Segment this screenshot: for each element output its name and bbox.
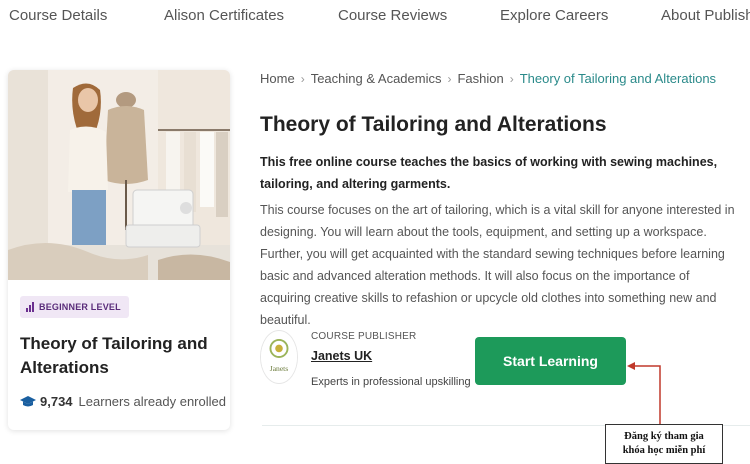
publisher-caption: COURSE PUBLISHER — [311, 331, 417, 342]
page-title: Theory of Tailoring and Alterations — [260, 113, 607, 136]
publisher-tagline: Experts in professional upskilling — [311, 376, 471, 388]
nav-alison-certificates[interactable]: Alison Certificates — [164, 7, 284, 24]
publisher-name-link[interactable]: Janets UK — [311, 349, 372, 363]
svg-text:Janets: Janets — [270, 364, 289, 373]
nav-explore-careers[interactable]: Explore Careers — [500, 7, 608, 24]
breadcrumb: Home › Teaching & Academics › Fashion › … — [260, 71, 716, 86]
course-subtitle: This free online course teaches the basi… — [260, 155, 718, 191]
nav-course-reviews[interactable]: Course Reviews — [338, 7, 447, 24]
publisher-logo[interactable]: Janets — [260, 330, 298, 384]
breadcrumb-teaching-academics[interactable]: Teaching & Academics — [311, 71, 442, 86]
course-description: This course focuses on the art of tailor… — [260, 203, 735, 327]
annotation-callout: Đăng ký tham gia khóa học miễn phí — [605, 424, 723, 464]
level-label: BEGINNER LEVEL — [39, 302, 121, 312]
chevron-right-icon: › — [447, 71, 452, 86]
chevron-right-icon: › — [300, 71, 305, 86]
enrolled-count: 9,734 — [40, 394, 73, 409]
nav-about-publisher[interactable]: About Publisher — [661, 7, 750, 24]
breadcrumb-current[interactable]: Theory of Tailoring and Alterations — [520, 71, 716, 86]
nav-course-details[interactable]: Course Details — [9, 7, 107, 24]
course-image — [8, 70, 230, 280]
annotation-line-2: khóa học miễn phí — [622, 445, 706, 456]
annotation-arrow-icon — [627, 362, 661, 425]
chevron-right-icon: › — [509, 71, 514, 86]
course-card[interactable]: BEGINNER LEVEL Theory of Tailoring and A… — [8, 70, 230, 430]
graduation-cap-icon — [20, 395, 36, 406]
card-course-title[interactable]: Theory of Tailoring and Alterations — [20, 332, 220, 380]
enrolled-stat: 9,734 Learners already enrolled — [20, 394, 226, 409]
breadcrumb-fashion[interactable]: Fashion — [457, 71, 503, 86]
enrolled-label: Learners already enrolled — [78, 394, 226, 409]
start-learning-button[interactable]: Start Learning — [475, 337, 626, 385]
annotation-line-1: Đăng ký tham gia — [624, 431, 704, 442]
breadcrumb-home[interactable]: Home — [260, 71, 295, 86]
course-section-nav: Course Details Alison Certificates Cours… — [0, 0, 750, 40]
signal-bars-icon — [26, 302, 34, 312]
level-badge: BEGINNER LEVEL — [20, 296, 129, 318]
